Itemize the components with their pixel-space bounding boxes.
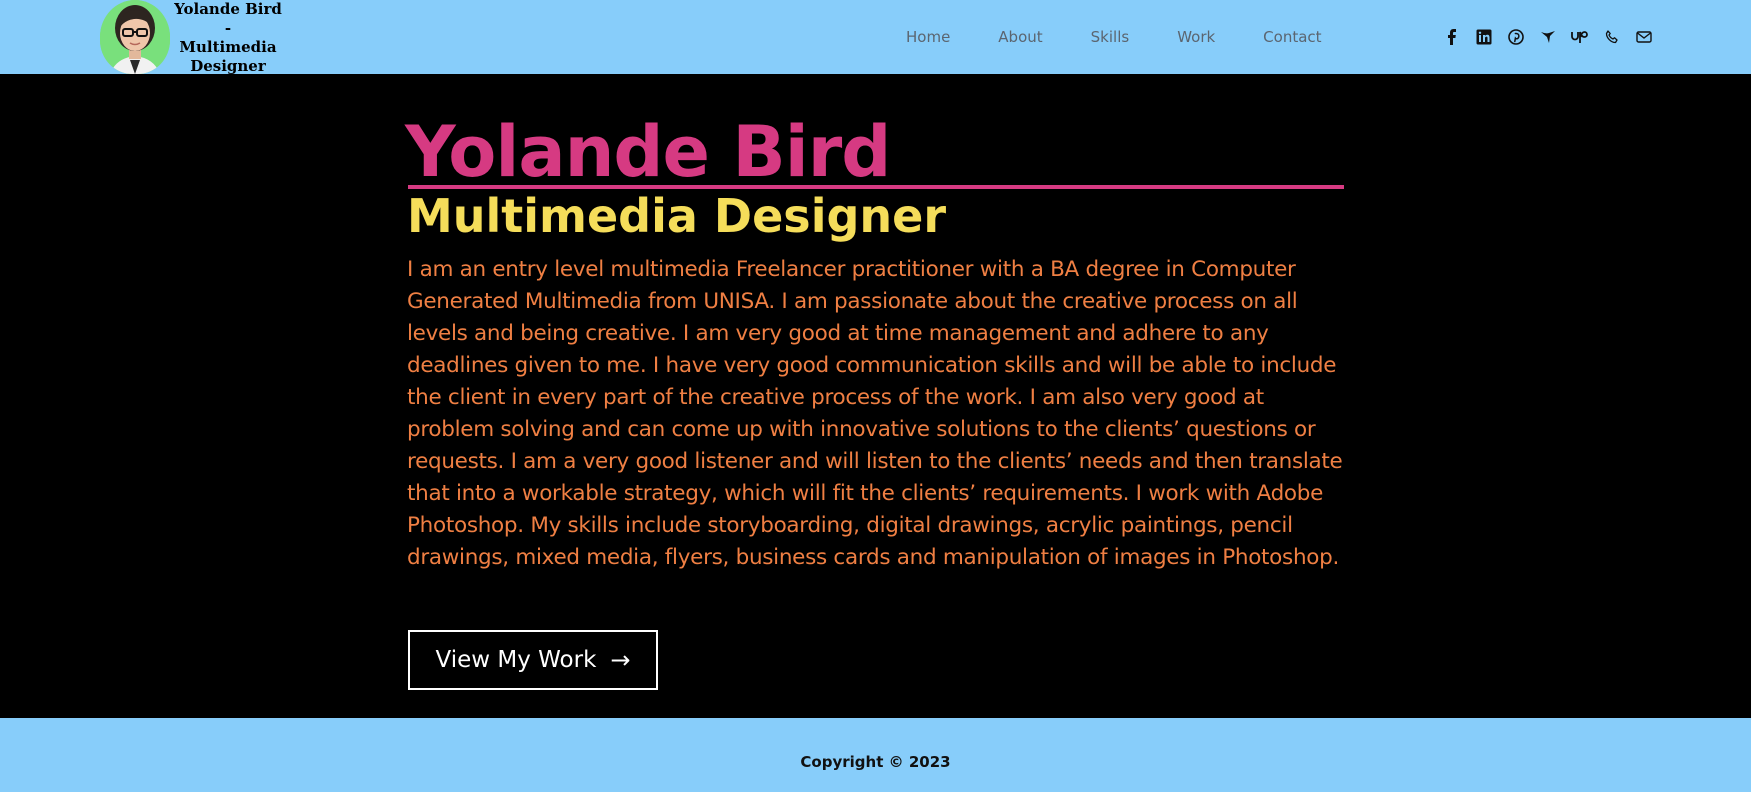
site-footer: Copyright © 2023 — [0, 718, 1751, 792]
nav-about[interactable]: About — [998, 25, 1042, 49]
nav-home[interactable]: Home — [906, 25, 950, 49]
pinterest-icon[interactable] — [1505, 26, 1527, 48]
upwork-icon[interactable] — [1569, 26, 1591, 48]
hero-bio: I am an entry level multimedia Freelance… — [407, 257, 1343, 570]
logo-line: Yolande Bird — [174, 0, 282, 18]
arrow-right-icon: → — [610, 646, 631, 674]
logo-text: Yolande Bird - Multimedia Designer — [162, 0, 294, 76]
social-links — [1441, 26, 1655, 48]
site-logo[interactable]: Yolande Bird - Multimedia Designer — [100, 0, 300, 76]
main-nav: Home About Skills Work Contact — [906, 25, 1322, 49]
copyright-text: Copyright © 2023 — [800, 753, 951, 771]
linkedin-icon[interactable] — [1473, 26, 1495, 48]
phone-icon[interactable] — [1601, 26, 1623, 48]
facebook-icon[interactable] — [1441, 26, 1463, 48]
view-my-work-button[interactable]: View My Work → — [408, 630, 658, 690]
avatar — [100, 0, 170, 74]
logo-line: - — [224, 19, 232, 37]
view-my-work-label: View My Work — [435, 647, 597, 673]
nav-contact[interactable]: Contact — [1263, 25, 1321, 49]
hero-role: Multimedia Designer — [407, 189, 947, 243]
hero-section: Yolande Bird Multimedia Designer I am an… — [0, 74, 1751, 718]
logo-line: Multimedia — [179, 38, 277, 56]
nav-work[interactable]: Work — [1177, 25, 1215, 49]
nav-skills[interactable]: Skills — [1091, 25, 1130, 49]
fiverr-icon[interactable] — [1537, 26, 1559, 48]
site-header: Yolande Bird - Multimedia Designer Home … — [0, 0, 1751, 76]
hero-name: Yolande Bird — [405, 111, 891, 193]
email-icon[interactable] — [1633, 26, 1655, 48]
